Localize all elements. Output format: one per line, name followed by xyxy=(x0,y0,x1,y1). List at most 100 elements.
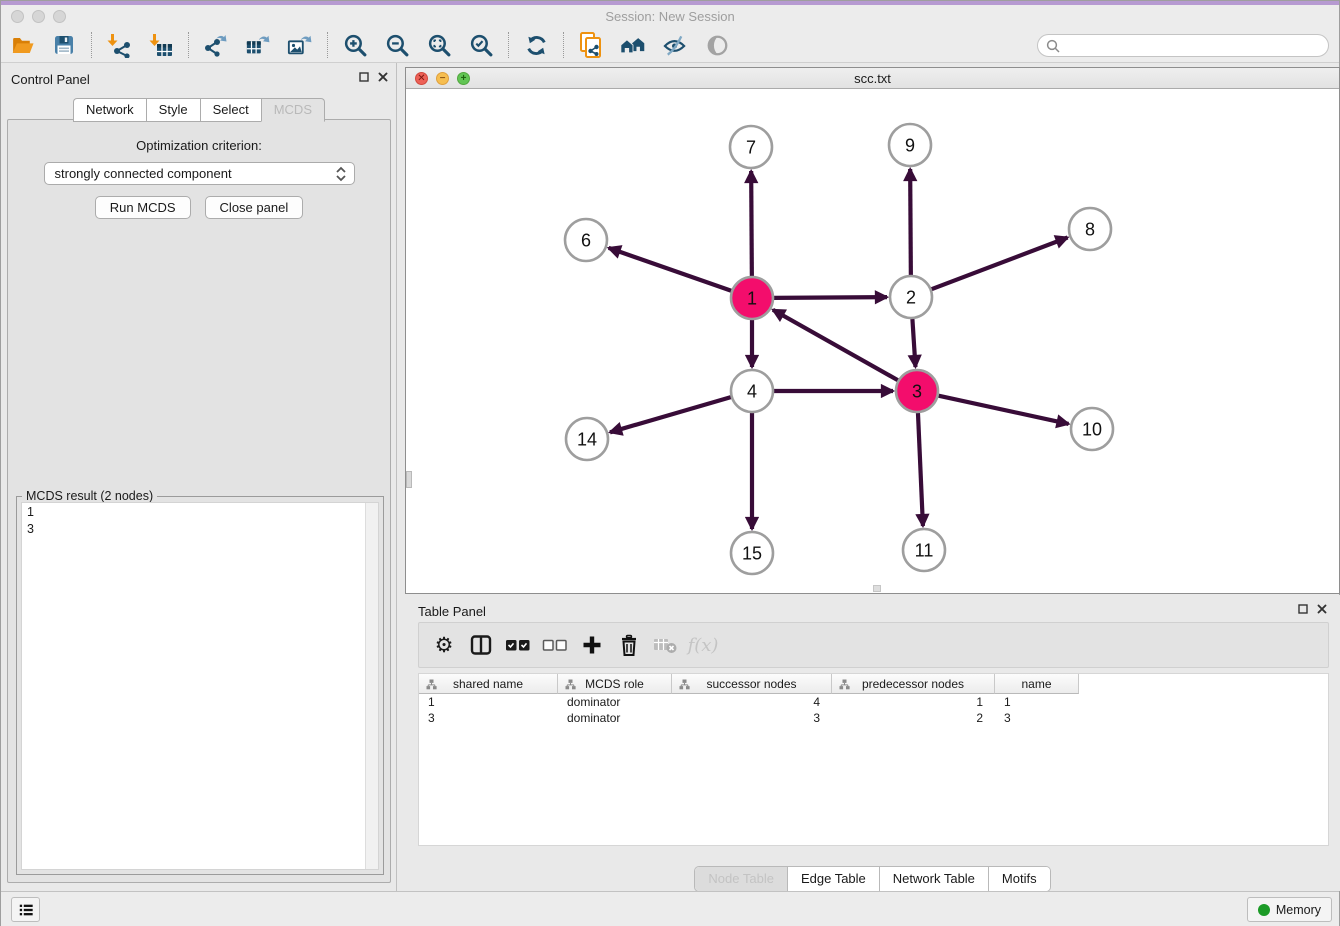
edge-3-11[interactable] xyxy=(918,413,923,526)
table-cell[interactable]: 1 xyxy=(832,694,995,710)
node-9[interactable]: 9 xyxy=(889,124,931,166)
float-panel-icon[interactable] xyxy=(359,72,369,82)
table-cell[interactable]: 2 xyxy=(832,710,995,726)
node-11[interactable]: 11 xyxy=(903,529,945,571)
table-cell[interactable]: 1 xyxy=(419,694,558,710)
control-panel: Control Panel Network Style Select MCDS … xyxy=(2,63,397,891)
node-15[interactable]: 15 xyxy=(731,532,773,574)
delete-table-icon[interactable] xyxy=(651,632,681,658)
column-header-predecessor-nodes[interactable]: predecessor nodes xyxy=(832,674,995,694)
search-box[interactable] xyxy=(1037,34,1329,57)
column-header-mcds-role[interactable]: MCDS role xyxy=(558,674,672,694)
show-graphics-details-icon[interactable] xyxy=(704,32,730,58)
node-label: 8 xyxy=(1085,220,1095,240)
close-table-panel-icon[interactable] xyxy=(1317,604,1327,614)
function-builder-icon[interactable]: f(x) xyxy=(688,632,718,658)
node-8[interactable]: 8 xyxy=(1069,208,1111,250)
node-label: 9 xyxy=(905,136,915,156)
criterion-dropdown[interactable]: strongly connected component xyxy=(44,162,355,185)
zoom-fit-icon[interactable] xyxy=(426,32,452,58)
table-row[interactable]: 3dominator323 xyxy=(419,710,1328,726)
network-graph[interactable]: 7 9 6 8 1 2 4 3 14 10 15 11 xyxy=(406,89,1339,593)
run-mcds-button[interactable]: Run MCDS xyxy=(95,196,191,219)
home-view-icon[interactable] xyxy=(620,32,646,58)
control-panel-title: Control Panel xyxy=(11,72,90,87)
import-table-icon[interactable] xyxy=(148,32,174,58)
node-7[interactable]: 7 xyxy=(730,126,772,168)
search-input[interactable] xyxy=(1065,37,1328,55)
node-14[interactable]: 14 xyxy=(566,418,608,460)
export-image-icon[interactable] xyxy=(287,32,313,58)
zoom-out-icon[interactable] xyxy=(384,32,410,58)
tab-node-table[interactable]: Node Table xyxy=(695,867,788,891)
open-session-icon[interactable] xyxy=(9,32,35,58)
table-cell[interactable]: dominator xyxy=(558,694,672,710)
memory-status-dot xyxy=(1258,904,1270,916)
node-6[interactable]: 6 xyxy=(565,219,607,261)
save-session-icon[interactable] xyxy=(51,32,77,58)
node-10[interactable]: 10 xyxy=(1071,408,1113,450)
tab-edge-table[interactable]: Edge Table xyxy=(788,867,880,891)
table-options-gear-icon[interactable]: ⚙ xyxy=(429,632,459,658)
close-panel-icon[interactable] xyxy=(378,72,388,82)
export-table-icon[interactable] xyxy=(245,32,271,58)
show-columns-icon[interactable] xyxy=(466,632,496,658)
hide-graphics-details-icon[interactable] xyxy=(662,32,688,58)
float-table-panel-icon[interactable] xyxy=(1298,604,1308,614)
tab-network-table[interactable]: Network Table xyxy=(880,867,989,891)
table-row[interactable]: 1dominator411 xyxy=(419,694,1328,710)
node-label: 3 xyxy=(912,382,922,402)
tab-select[interactable]: Select xyxy=(200,98,261,122)
edge-4-14[interactable] xyxy=(610,397,731,432)
tab-motifs[interactable]: Motifs xyxy=(989,867,1050,891)
edge-2-8[interactable] xyxy=(932,238,1068,290)
column-header-shared-name[interactable]: shared name xyxy=(419,674,558,694)
edge-1-2[interactable] xyxy=(774,297,887,298)
node-3[interactable]: 3 xyxy=(896,370,938,412)
export-network-icon[interactable] xyxy=(203,32,229,58)
import-network-icon[interactable] xyxy=(106,32,132,58)
node-4[interactable]: 4 xyxy=(731,370,773,412)
column-type-icon xyxy=(839,679,850,690)
show-panels-menu-button[interactable] xyxy=(11,897,40,922)
node-1[interactable]: 1 xyxy=(731,277,773,319)
edge-1-7[interactable] xyxy=(751,171,752,276)
table-cell[interactable]: 3 xyxy=(419,710,558,726)
duplicate-network-icon[interactable] xyxy=(578,32,604,58)
unselect-all-columns-icon[interactable] xyxy=(540,632,570,658)
dropdown-stepper-icon xyxy=(334,165,348,183)
mcds-result-box[interactable]: 13 xyxy=(21,502,379,870)
result-scrollbar[interactable] xyxy=(365,503,378,869)
node-2[interactable]: 2 xyxy=(890,276,932,318)
column-header-name[interactable]: name xyxy=(995,674,1079,694)
column-header-successor-nodes[interactable]: successor nodes xyxy=(672,674,832,694)
table-cell[interactable]: 1 xyxy=(995,694,1079,710)
table-cell[interactable]: 4 xyxy=(672,694,832,710)
zoom-in-icon[interactable] xyxy=(342,32,368,58)
edge-1-6[interactable] xyxy=(609,248,732,291)
delete-column-icon[interactable] xyxy=(614,632,644,658)
memory-button[interactable]: Memory xyxy=(1247,897,1332,922)
main-toolbar xyxy=(1,28,1339,63)
add-column-icon[interactable] xyxy=(577,632,607,658)
edge-3-1[interactable] xyxy=(773,310,898,380)
table-cell[interactable]: 3 xyxy=(672,710,832,726)
edge-2-9[interactable] xyxy=(910,169,911,275)
mcds-result-list: 13 xyxy=(22,503,378,538)
node-table[interactable]: shared name MCDS role successor nodes pr… xyxy=(418,673,1329,846)
tab-network[interactable]: Network xyxy=(73,98,146,122)
tab-style[interactable]: Style xyxy=(146,98,200,122)
table-cell[interactable]: 3 xyxy=(995,710,1079,726)
edge-2-3[interactable] xyxy=(912,319,915,367)
edge-3-10[interactable] xyxy=(938,396,1068,424)
zoom-selected-icon[interactable] xyxy=(468,32,494,58)
tab-mcds[interactable]: MCDS xyxy=(261,98,325,122)
panel-divider-grip[interactable] xyxy=(406,471,412,488)
network-canvas[interactable]: 7 9 6 8 1 2 4 3 14 10 15 11 xyxy=(406,89,1339,593)
node-label: 15 xyxy=(742,544,762,564)
table-cell[interactable]: dominator xyxy=(558,710,672,726)
refresh-view-icon[interactable] xyxy=(523,32,549,58)
canvas-resize-grip[interactable] xyxy=(873,585,881,592)
close-panel-button[interactable]: Close panel xyxy=(205,196,304,219)
select-all-columns-icon[interactable] xyxy=(503,632,533,658)
